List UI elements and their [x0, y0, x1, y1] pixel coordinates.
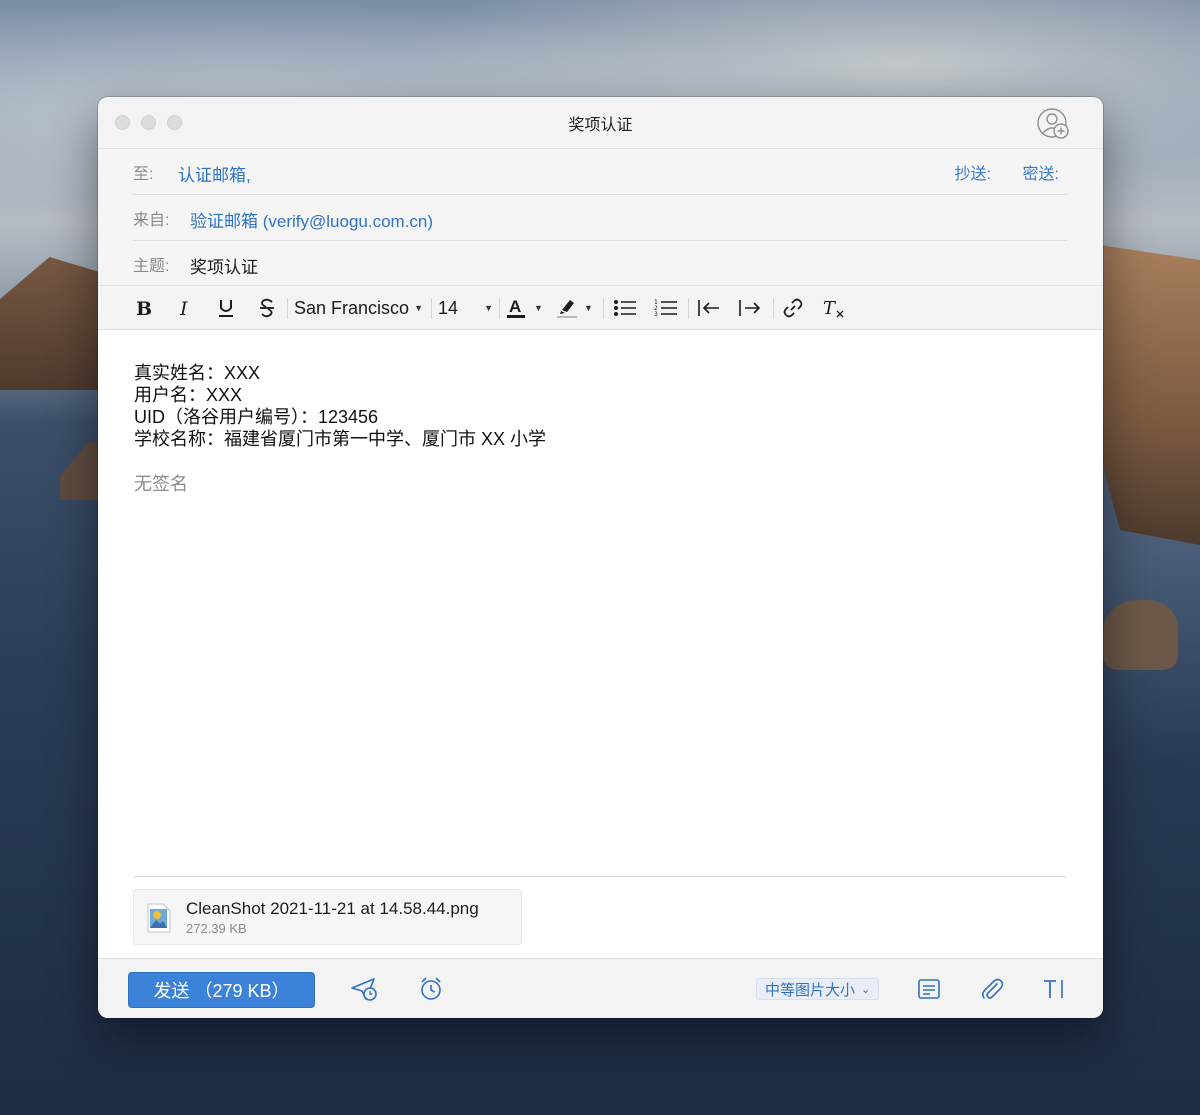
highlight-icon[interactable]: ▼ — [555, 286, 595, 330]
cc-button[interactable]: 抄送: — [955, 160, 991, 184]
chevron-down-icon: ▼ — [584, 303, 593, 313]
from-row: 来自: 验证邮箱 (verify@luogu.com.cn) — [133, 195, 1067, 241]
add-contact-icon[interactable] — [1037, 108, 1069, 140]
bold-icon[interactable]: B — [131, 286, 155, 330]
bcc-button[interactable]: 密送: — [1023, 160, 1059, 184]
template-icon[interactable] — [914, 974, 944, 1004]
to-label: 至: — [133, 166, 154, 183]
chevron-down-icon: ▼ — [414, 303, 423, 313]
to-recipient-token[interactable]: 认证邮箱, — [178, 161, 251, 186]
window-title: 奖项认证 — [568, 117, 633, 134]
from-label: 来自: — [133, 212, 170, 229]
link-icon[interactable] — [779, 286, 807, 330]
subject-label: 主题: — [133, 258, 170, 275]
format-toolbar: B I San Francisco ▼ 14 ▼ A ▼ ▼ 1 2 3 T — [98, 285, 1103, 330]
attachment-name: CleanShot 2021-11-21 at 14.58.44.png — [186, 899, 479, 918]
chevron-down-icon: ▼ — [484, 303, 493, 313]
outdent-icon[interactable] — [694, 286, 724, 330]
chevron-down-icon: ⌄ — [861, 983, 871, 996]
svg-text:I: I — [179, 299, 188, 317]
svg-text:3: 3 — [654, 311, 658, 318]
bottom-bar: 发送 （279 KB） 中等图片大小 ⌄ — [98, 958, 1103, 1018]
attachment-item[interactable]: CleanShot 2021-11-21 at 14.58.44.png 272… — [133, 889, 522, 945]
image-size-dropdown[interactable]: 中等图片大小 ⌄ — [756, 978, 880, 1000]
compose-window: 奖项认证 至: 认证邮箱, 抄送: 密送: 来自: 验证邮箱 (verify@l… — [98, 97, 1103, 1018]
subject-row: 主题: 奖项认证 — [133, 241, 1067, 287]
to-row: 至: 认证邮箱, 抄送: 密送: — [133, 149, 1067, 195]
font-size-value: 14 — [438, 297, 459, 318]
chevron-down-icon: ▼ — [534, 303, 543, 313]
attachment-divider — [133, 876, 1067, 877]
numbered-list-icon[interactable]: 123 — [652, 286, 680, 330]
toolbar-divider — [499, 298, 500, 319]
toolbar-divider — [287, 298, 288, 319]
send-later-icon[interactable] — [349, 974, 379, 1004]
message-body[interactable]: 真实姓名：XXX 用户名：XXX UID（洛谷用户编号）：123456 学校名称… — [98, 330, 1103, 958]
font-size-dropdown[interactable]: 14 ▼ — [438, 286, 493, 330]
toolbar-divider — [431, 298, 432, 319]
italic-icon[interactable]: I — [173, 286, 197, 330]
body-line: 学校名称：福建省厦门市第一中学、厦门市 XX 小学 — [134, 429, 547, 449]
strikethrough-icon[interactable] — [255, 286, 279, 330]
toolbar-divider — [688, 298, 689, 319]
attach-icon[interactable] — [977, 974, 1007, 1004]
toolbar-divider — [603, 298, 604, 319]
indent-icon[interactable] — [735, 286, 765, 330]
toolbar-divider — [773, 298, 774, 319]
text-format-icon[interactable] — [1039, 974, 1069, 1004]
send-button[interactable]: 发送 （279 KB） — [128, 972, 315, 1008]
svg-text:B: B — [136, 299, 151, 317]
subject-field[interactable]: 奖项认证 — [190, 253, 258, 278]
font-family-value: San Francisco — [294, 297, 410, 318]
image-size-label: 中等图片大小 — [765, 981, 856, 999]
bullet-list-icon[interactable] — [611, 286, 639, 330]
font-family-dropdown[interactable]: San Francisco ▼ — [294, 286, 423, 330]
text-color-icon[interactable]: A ▼ — [505, 286, 545, 330]
reminder-icon[interactable] — [416, 974, 446, 1004]
attachment-size: 272.39 KB — [186, 921, 247, 936]
svg-text:A: A — [509, 297, 521, 316]
from-account-selector[interactable]: 验证邮箱 (verify@luogu.com.cn) — [190, 207, 433, 232]
image-file-icon — [147, 903, 171, 933]
signature: 无签名 — [134, 474, 188, 494]
svg-text:T: T — [823, 298, 837, 319]
clear-format-icon[interactable]: T — [820, 286, 848, 330]
underline-icon[interactable] — [214, 286, 238, 330]
title-bar: 奖项认证 — [98, 97, 1103, 149]
